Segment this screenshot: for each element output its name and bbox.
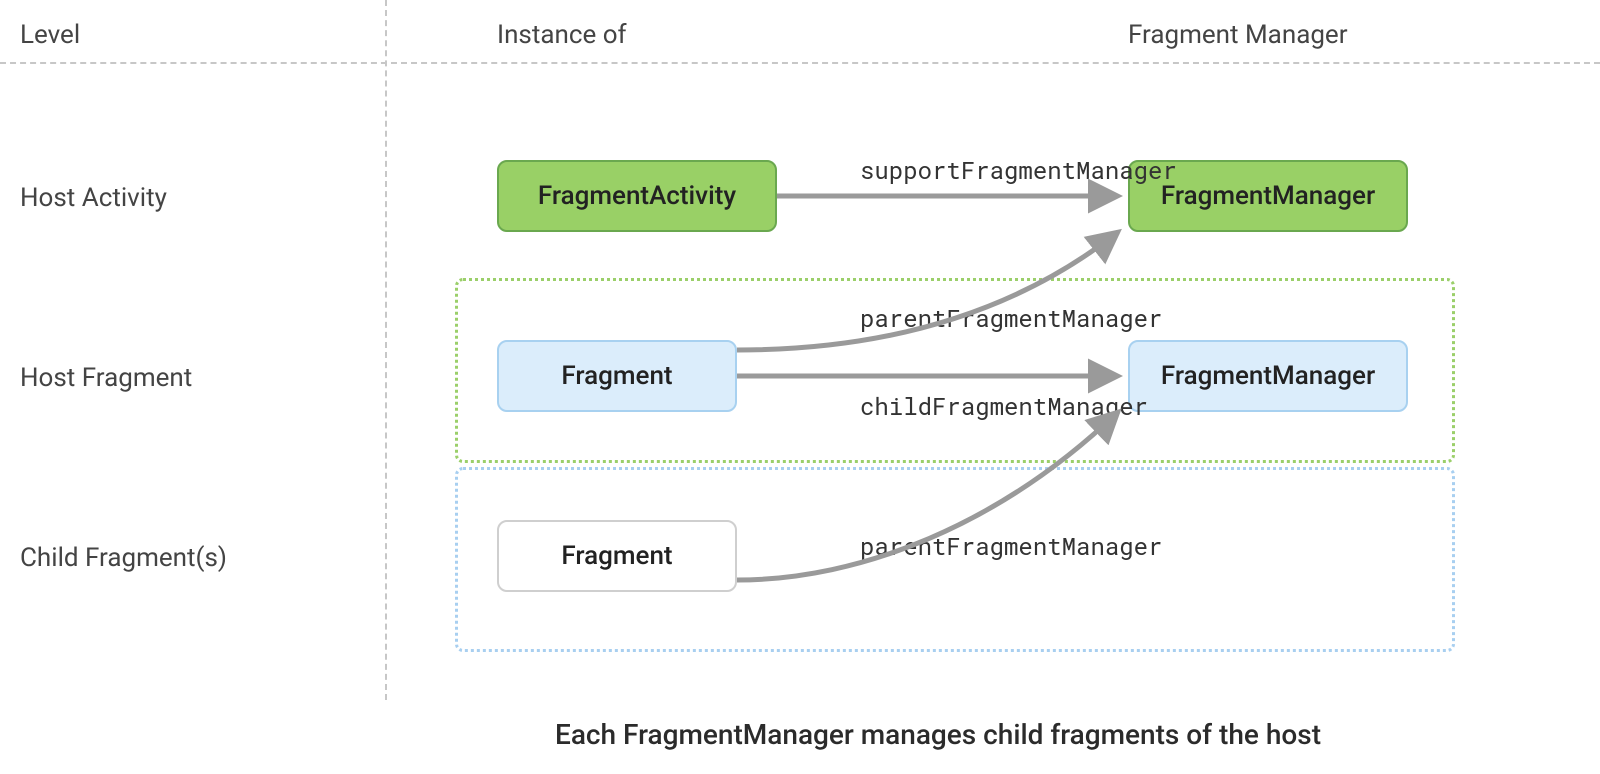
box-fragment-manager-blue: FragmentManager: [1128, 340, 1408, 412]
box-fragment-white: Fragment: [497, 520, 737, 592]
box-fragment-activity: FragmentActivity: [497, 160, 777, 232]
row-label-host-fragment: Host Fragment: [20, 363, 192, 393]
arrow-label-support: supportFragmentManager: [860, 154, 1177, 186]
diagram-caption: Each FragmentManager manages child fragm…: [555, 718, 1321, 751]
header-fragment-manager: Fragment Manager: [1128, 20, 1348, 50]
header-instance-of: Instance of: [497, 20, 627, 50]
header-divider-horizontal: [0, 62, 1600, 64]
row-label-child-fragments: Child Fragment(s): [20, 543, 227, 573]
arrow-label-parent-bottom: parentFragmentManager: [860, 530, 1162, 562]
header-divider-vertical: [385, 0, 387, 700]
header-level: Level: [20, 20, 80, 50]
arrow-label-parent-top: parentFragmentManager: [860, 302, 1162, 334]
box-fragment-blue: Fragment: [497, 340, 737, 412]
row-label-host-activity: Host Activity: [20, 183, 167, 213]
arrow-label-child: childFragmentManager: [860, 390, 1148, 422]
